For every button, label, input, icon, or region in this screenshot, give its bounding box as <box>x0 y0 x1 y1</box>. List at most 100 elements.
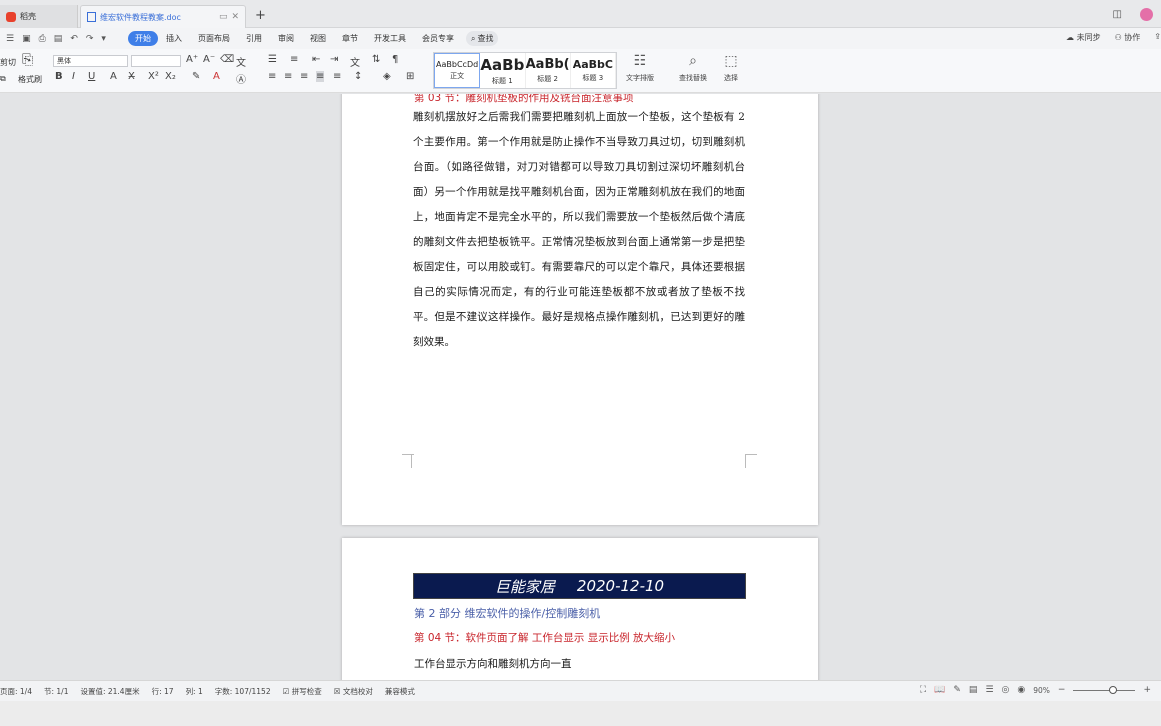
select-label: 选择 <box>724 74 738 82</box>
superscript-icon[interactable]: X² <box>148 71 159 82</box>
layout-icon[interactable]: ◫ <box>1113 9 1122 20</box>
menu-right: ☁ 未同步 ⚇ 协作 ⇪ <box>1066 32 1161 43</box>
undo-icon[interactable]: ↶ <box>70 34 78 44</box>
border-icon[interactable]: ⊞ <box>406 71 414 82</box>
document-canvas[interactable]: 第 03 节：雕刻机垫板的作用及铣台面注意事项 雕刻机摆放好之后需我们需要把雕刻… <box>0 94 1161 680</box>
wps-window: 稻壳 维宏软件教程教案.doc ▭ ✕ + ◫ ☰ ▣ ⎙ ▤ ↶ ↷ ▾ 开始… <box>0 0 1161 726</box>
bullet-list-icon[interactable]: ☰ <box>268 54 277 65</box>
zoom-in-icon[interactable]: + <box>1143 685 1151 695</box>
save-icon[interactable]: ▣ <box>22 34 31 44</box>
file-menu-icon[interactable]: ☰ <box>6 34 14 44</box>
show-marks-icon[interactable]: ¶ <box>392 54 398 65</box>
style-heading-3[interactable]: AaBbC 标题 3 <box>571 53 616 88</box>
distribute-icon[interactable]: ≡ <box>333 71 341 82</box>
zoom-slider[interactable] <box>1073 685 1136 694</box>
page-2[interactable]: 巨能家居 2020-12-10 第 2 部分 维宏软件的操作/控制雕刻机 第 0… <box>342 538 818 680</box>
paste-icon[interactable]: ⎘ <box>22 52 33 68</box>
tab-home[interactable]: 稻壳 <box>0 5 78 28</box>
strikethrough-icon[interactable]: X̶ <box>128 71 135 82</box>
underline-icon[interactable]: U <box>88 71 95 82</box>
web-view-icon[interactable]: ◎ <box>1002 685 1010 695</box>
phonetic-icon[interactable]: 文 <box>236 54 246 69</box>
close-icon[interactable]: ✕ <box>231 12 239 22</box>
menu-view[interactable]: 视图 <box>302 31 334 46</box>
select-button[interactable]: ⬚ 选择 <box>724 53 738 83</box>
fullscreen-icon[interactable]: ⛶ <box>920 685 926 695</box>
page-view-icon[interactable]: ▤ <box>969 685 978 695</box>
page1-heading: 第 03 节：雕刻机垫板的作用及铣台面注意事项 <box>414 94 634 104</box>
margin-corner-br-h <box>745 454 757 466</box>
menu-start[interactable]: 开始 <box>128 31 158 46</box>
line-spacing-icon[interactable]: ↕ <box>354 71 362 82</box>
zoom-level[interactable]: 90% <box>1033 686 1050 695</box>
view-controls: ⛶ 📖 ✎ ▤ ☰ ◎ ◉ 90% − + <box>920 685 1151 695</box>
font-size-select[interactable] <box>131 55 181 67</box>
style-heading-2[interactable]: AaBb( 标题 2 <box>526 53 571 88</box>
outline-view-icon[interactable]: ☰ <box>985 685 993 695</box>
proofread-toggle[interactable]: ☒ 文档校对 <box>334 686 373 697</box>
increase-indent-icon[interactable]: ⇥ <box>330 54 338 65</box>
window-controls: ◫ <box>1113 8 1153 21</box>
menu-page-layout[interactable]: 页面布局 <box>190 31 238 46</box>
clear-format-icon[interactable]: ⌫ <box>220 54 234 65</box>
font-color-icon[interactable]: A <box>213 71 220 82</box>
char-border-icon[interactable]: Ⓐ <box>236 71 246 86</box>
sync-status[interactable]: ☁ 未同步 <box>1066 32 1101 43</box>
redo-icon[interactable]: ↷ <box>86 34 94 44</box>
preview-icon[interactable]: ▤ <box>54 34 63 44</box>
status-page[interactable]: 页面: 1/4 <box>0 686 32 697</box>
text-effect-icon[interactable]: A <box>110 71 117 82</box>
bold-icon[interactable]: B <box>55 71 63 82</box>
reading-view-icon[interactable]: 📖 <box>934 685 945 695</box>
menu-chapter[interactable]: 章节 <box>334 31 366 46</box>
format-painter-button[interactable]: 格式刷 <box>18 74 42 85</box>
page-1[interactable]: 第 03 节：雕刻机垫板的作用及铣台面注意事项 雕刻机摆放好之后需我们需要把雕刻… <box>342 94 818 525</box>
style-heading-3-name: 标题 3 <box>582 74 604 82</box>
menu-review[interactable]: 审阅 <box>270 31 302 46</box>
align-right-icon[interactable]: ≡ <box>300 71 308 82</box>
copy-icon[interactable]: ⧉ <box>0 74 6 84</box>
collaborate-button[interactable]: ⚇ 协作 <box>1115 32 1141 43</box>
zoom-slider-knob[interactable] <box>1109 685 1118 694</box>
justify-icon[interactable]: ≡ <box>316 71 325 82</box>
new-tab-button[interactable]: + <box>255 8 266 23</box>
proofread-label: 文档校对 <box>342 686 373 696</box>
more-icon[interactable]: ▾ <box>101 34 106 44</box>
avatar[interactable] <box>1140 8 1153 21</box>
menu-developer[interactable]: 开发工具 <box>366 31 414 46</box>
align-center-icon[interactable]: ≡ <box>284 71 292 82</box>
align-left-icon[interactable]: ≡ <box>268 71 276 82</box>
shrink-font-icon[interactable]: A⁻ <box>203 54 215 65</box>
decrease-indent-icon[interactable]: ⇤ <box>312 54 320 65</box>
style-heading-1[interactable]: AaBb 标题 1 <box>480 53 526 88</box>
text-layout-button[interactable]: ☷ 文字排版 <box>626 53 654 83</box>
ribbon-toolbar: ⎘ 剪切 ⧉ 格式刷 黑体 A⁺ A⁻ ⌫ 文 B I U A X̶ X² X₂… <box>0 49 1161 93</box>
style-heading-1-sample: AaBb <box>480 55 525 74</box>
highlight-icon[interactable]: ✎ <box>192 71 200 82</box>
tab-document[interactable]: 维宏软件教程教案.doc ▭ ✕ <box>80 5 246 28</box>
chinese-layout-icon[interactable]: 文 <box>350 54 360 69</box>
menu-search[interactable]: ⌕ 查找 <box>466 31 499 46</box>
style-normal[interactable]: AaBbCcDd 正文 <box>434 53 481 88</box>
eye-protect-icon[interactable]: ◉ <box>1017 685 1025 695</box>
cut-button[interactable]: 剪切 <box>0 57 16 68</box>
italic-icon[interactable]: I <box>72 71 75 82</box>
grow-font-icon[interactable]: A⁺ <box>186 54 198 65</box>
menu-insert[interactable]: 插入 <box>158 31 190 46</box>
subscript-icon[interactable]: X₂ <box>165 71 176 82</box>
number-list-icon[interactable]: ≡ <box>290 54 298 65</box>
sort-icon[interactable]: ⇅ <box>372 54 380 65</box>
status-wordcount[interactable]: 字数: 107/1152 <box>215 686 271 697</box>
banner-company: 巨能家居 <box>494 577 555 596</box>
font-name-select[interactable]: 黑体 <box>53 55 128 67</box>
shading-icon[interactable]: ◈ <box>383 71 391 82</box>
zoom-out-icon[interactable]: − <box>1058 685 1066 695</box>
print-icon[interactable]: ⎙ <box>39 34 46 44</box>
restore-icon[interactable]: ▭ <box>219 12 228 22</box>
spellcheck-toggle[interactable]: ☑ 拼写检查 <box>283 686 322 697</box>
edit-icon[interactable]: ✎ <box>953 685 961 695</box>
find-replace-button[interactable]: ⌕ 查找替换 <box>679 53 707 83</box>
menu-references[interactable]: 引用 <box>238 31 270 46</box>
menu-member[interactable]: 会员专享 <box>414 31 462 46</box>
share-icon[interactable]: ⇪ <box>1154 32 1161 43</box>
